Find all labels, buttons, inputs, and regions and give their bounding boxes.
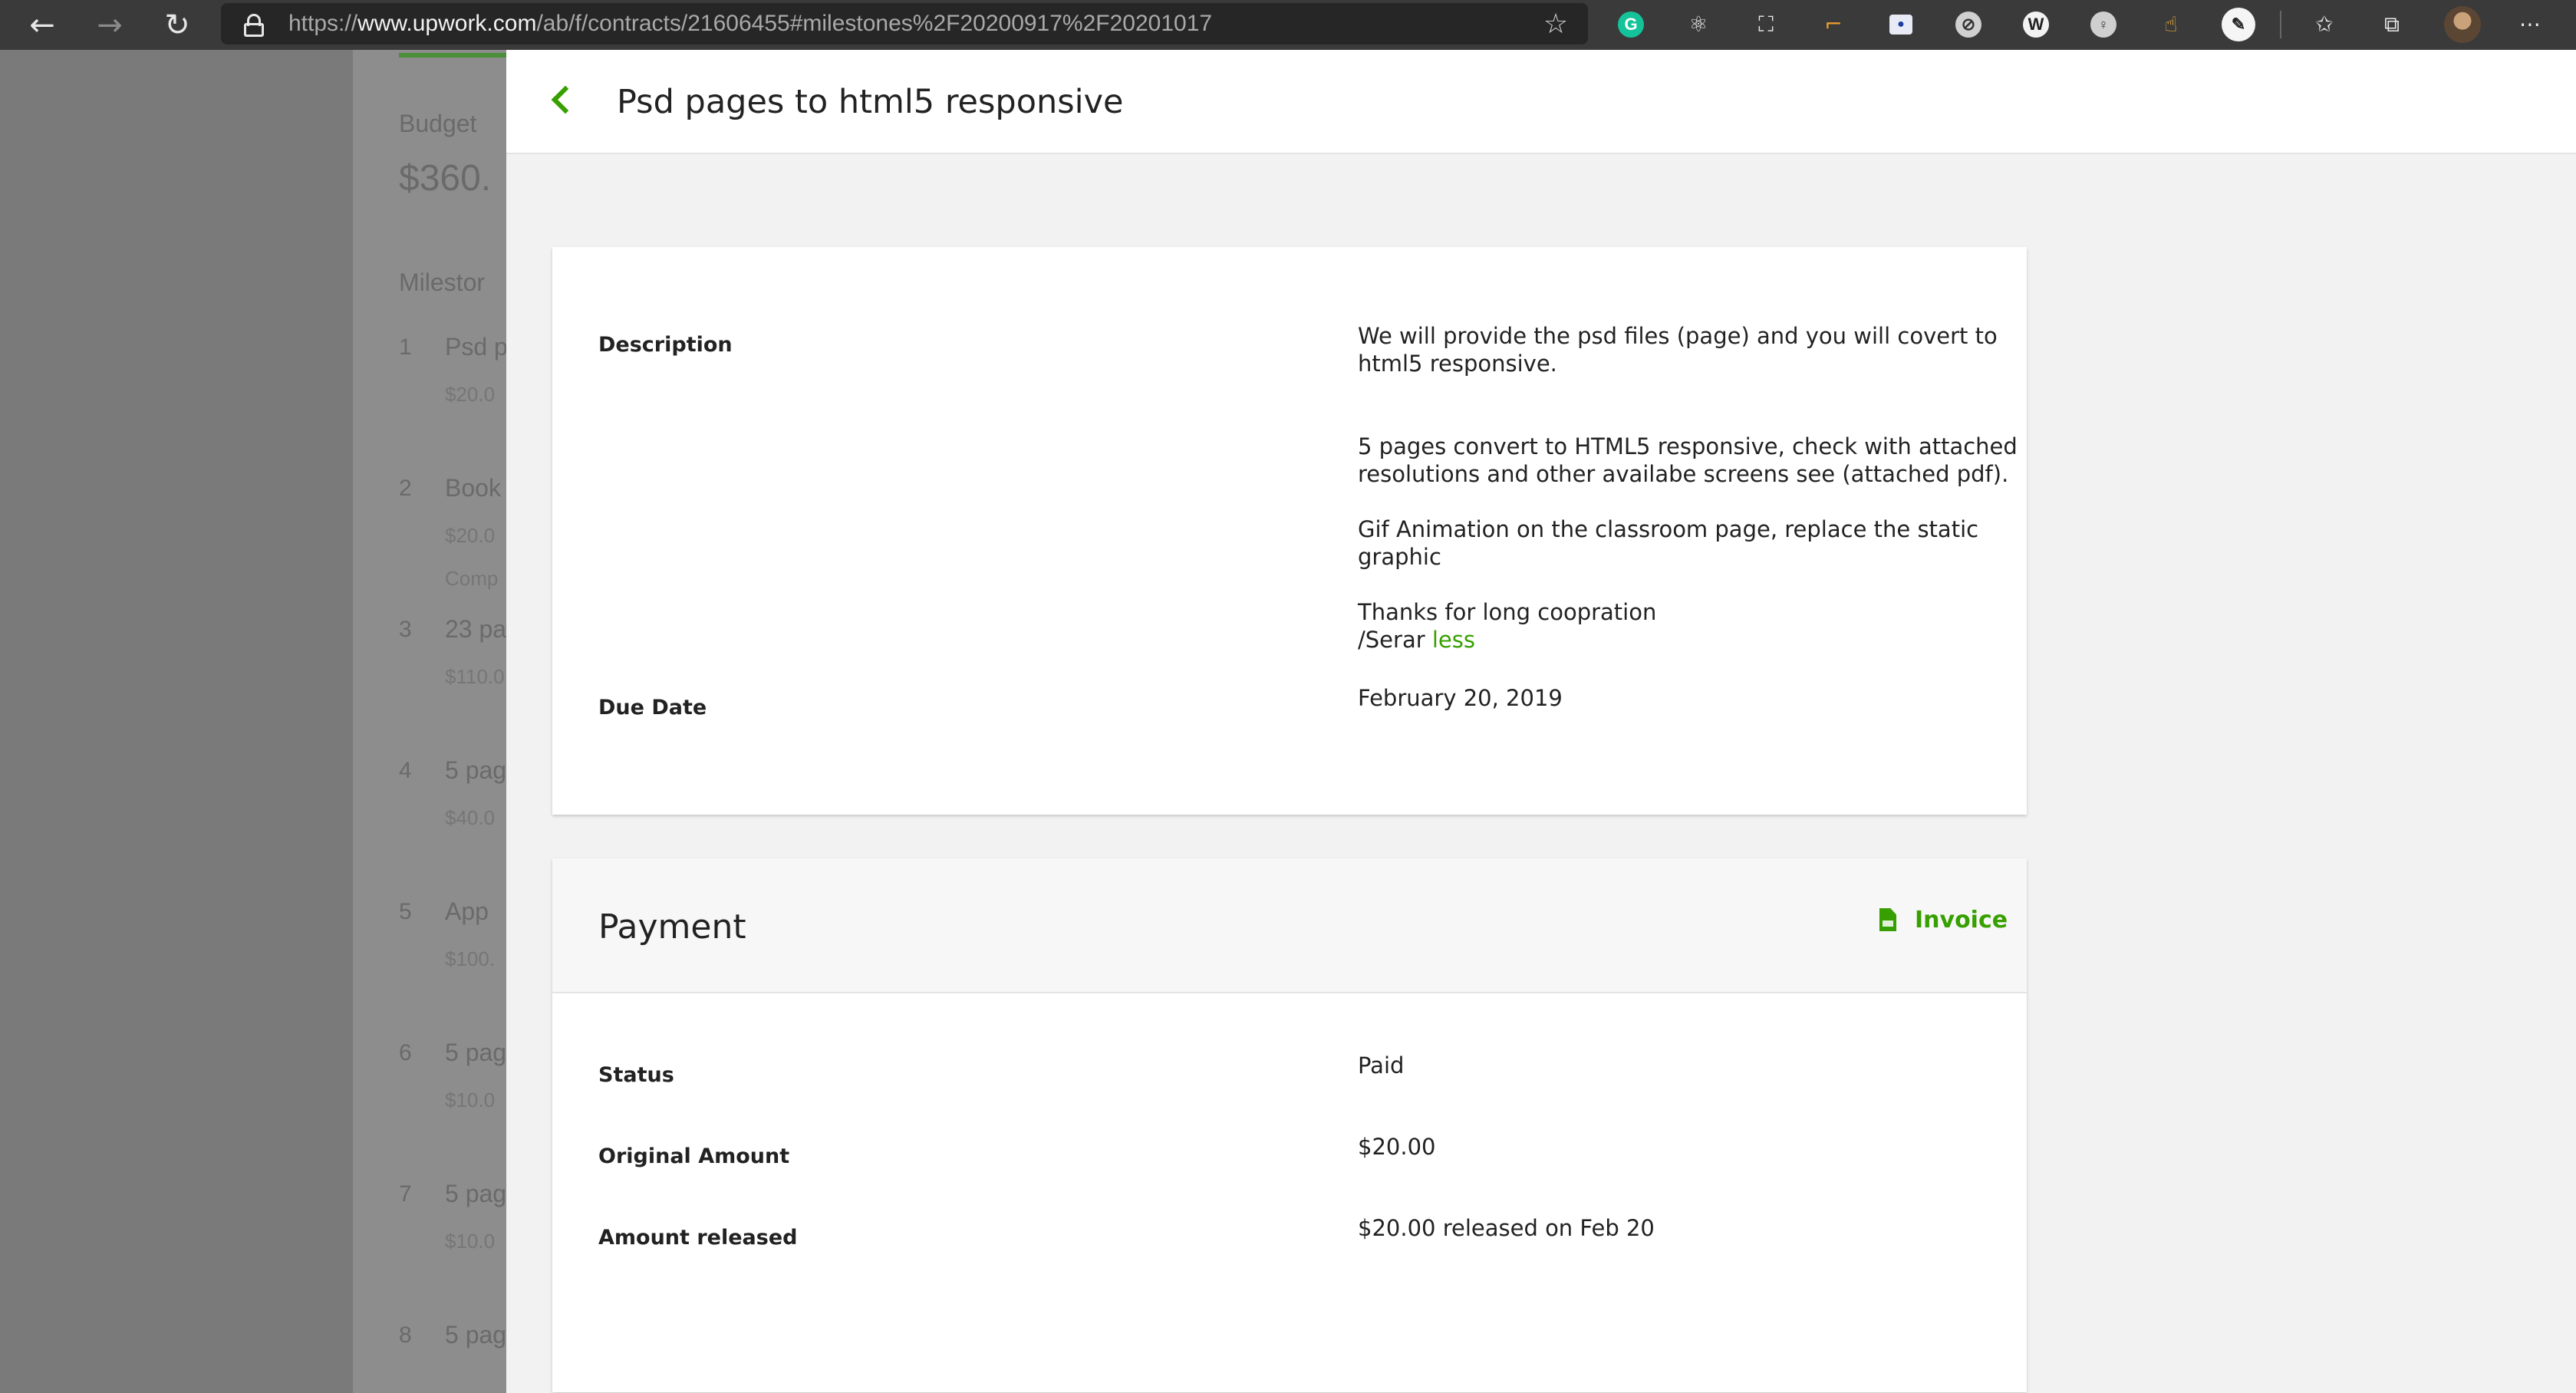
budget-label: Budget — [399, 110, 477, 137]
description-label: Description — [598, 333, 733, 357]
url-path: /ab/f/contracts/21606455#milestones%2F20… — [536, 11, 1213, 36]
back-arrow-icon[interactable]: ← — [21, 5, 63, 46]
milestone-title[interactable]: 23 pa — [445, 615, 506, 644]
favorites-list-icon[interactable]: ✩ — [2306, 6, 2343, 43]
invoice-label: Invoice — [1915, 906, 2008, 934]
url-scheme: https:// — [288, 11, 358, 36]
milestone-number: 1 — [399, 334, 412, 360]
milestone-title[interactable]: App — [445, 897, 489, 926]
original-amount-label: Original Amount — [598, 1144, 790, 1168]
description-line: html5 responsive. — [1358, 351, 1557, 377]
collections-icon[interactable]: ⧉ — [2373, 6, 2410, 43]
forward-arrow-icon[interactable]: → — [89, 5, 130, 46]
payment-card: Payment Invoice Status Paid Original Amo… — [552, 858, 2027, 1392]
favorite-star-icon[interactable]: ☆ — [1539, 8, 1573, 41]
milestones-label: Milestor — [399, 268, 486, 296]
milestone-drawer: Psd pages to html5 responsive Descriptio… — [506, 50, 2576, 1393]
milestone-title[interactable]: Psd p — [445, 333, 506, 361]
color-picker-icon[interactable]: ✎ — [2220, 6, 2257, 43]
less-link[interactable]: less — [1432, 627, 1475, 653]
react-devtools-icon[interactable]: ⚛ — [1680, 6, 1717, 43]
milestone-amount: $100. — [445, 947, 496, 970]
url-text[interactable]: https://www.upwork.com/ab/f/contracts/21… — [288, 3, 1212, 44]
amount-released-label: Amount released — [598, 1226, 798, 1250]
background-accent-bar — [399, 53, 506, 58]
description-line: 5 pages convert to HTML5 responsive, che… — [1358, 433, 2018, 459]
milestone-number: 8 — [399, 1322, 412, 1348]
ruler-extension-icon[interactable]: ⌐ — [1815, 6, 1852, 43]
thumbs-up-icon[interactable]: ☝ — [2153, 6, 2189, 43]
screenshot-crop-icon[interactable]: ⛶ — [1748, 6, 1784, 43]
w-extension-icon[interactable]: W — [2018, 6, 2054, 43]
milestone-number: 4 — [399, 758, 412, 783]
milestone-details-card: Description We will provide the psd file… — [552, 247, 2027, 815]
invoice-button[interactable]: Invoice — [1879, 903, 2008, 937]
more-menu-icon[interactable]: ⋯ — [2512, 6, 2548, 43]
pdf-file-icon — [1879, 908, 1896, 931]
description-line: graphic — [1358, 544, 1441, 570]
milestone-number: 2 — [399, 476, 412, 501]
due-date-value: February 20, 2019 — [1358, 685, 1563, 711]
page-title: Psd pages to html5 responsive — [617, 83, 1124, 121]
milestone-amount: $40.0 — [445, 806, 496, 829]
milestone-amount: $10.0 — [445, 1230, 496, 1253]
background-page: Budget $360. Milestor 1 Psd p $20.0 2 Bo… — [0, 50, 506, 1393]
lock-icon[interactable] — [244, 14, 264, 37]
milestone-title[interactable]: 5 pag — [445, 1180, 506, 1208]
drawer-header: Psd pages to html5 responsive — [506, 50, 2576, 154]
reload-icon[interactable]: ↻ — [156, 5, 198, 46]
toolbar-divider — [2280, 11, 2281, 38]
browser-toolbar: ← → ↻ https://www.upwork.com/ab/f/contra… — [0, 0, 2576, 50]
description-line: Gif Animation on the classroom page, rep… — [1358, 516, 1979, 542]
milestone-amount: $20.0 — [445, 383, 496, 406]
budget-value: $360. — [399, 158, 492, 199]
milestone-title[interactable]: 5 pag — [445, 1039, 506, 1067]
payment-header: Payment Invoice — [552, 858, 2027, 993]
description-signature: /Serar — [1358, 627, 1425, 653]
bulb-extension-icon[interactable]: ♀ — [2085, 6, 2122, 43]
status-label: Status — [598, 1063, 674, 1087]
window-extension-icon[interactable]: ● — [1883, 6, 1919, 43]
original-amount-value: $20.00 — [1358, 1134, 1436, 1160]
description-last-line: /Serar less — [1358, 626, 1475, 654]
milestone-title[interactable]: 5 pag — [445, 756, 506, 785]
milestone-amount: $20.0 — [445, 524, 496, 547]
address-bar[interactable]: https://www.upwork.com/ab/f/contracts/21… — [221, 3, 1588, 44]
milestone-number: 5 — [399, 899, 412, 924]
link-extension-icon[interactable]: ⊘ — [1950, 6, 1987, 43]
description-line: We will provide the psd files (page) and… — [1358, 323, 1998, 349]
payment-title: Payment — [598, 907, 746, 947]
url-host: www.upwork.com — [357, 11, 537, 36]
grammarly-icon[interactable]: G — [1612, 6, 1649, 43]
milestone-amount: $110.0 — [445, 665, 505, 688]
milestone-title[interactable]: Book — [445, 474, 501, 502]
avatar[interactable] — [2444, 6, 2481, 43]
due-date-label: Due Date — [598, 696, 707, 720]
milestone-number: 3 — [399, 617, 412, 642]
milestone-number: 7 — [399, 1181, 412, 1207]
milestone-amount: $10.0 — [445, 1088, 496, 1111]
amount-released-value: $20.00 released on Feb 20 — [1358, 1215, 1655, 1241]
description-line: resolutions and other availabe screens s… — [1358, 461, 2009, 487]
milestone-title[interactable]: 5 pag — [445, 1321, 506, 1349]
status-value: Paid — [1358, 1052, 1405, 1079]
milestone-status: Comp — [445, 567, 499, 590]
description-line: Thanks for long coopration — [1358, 599, 1657, 625]
back-chevron-icon[interactable] — [542, 81, 585, 123]
milestone-number: 6 — [399, 1040, 412, 1065]
